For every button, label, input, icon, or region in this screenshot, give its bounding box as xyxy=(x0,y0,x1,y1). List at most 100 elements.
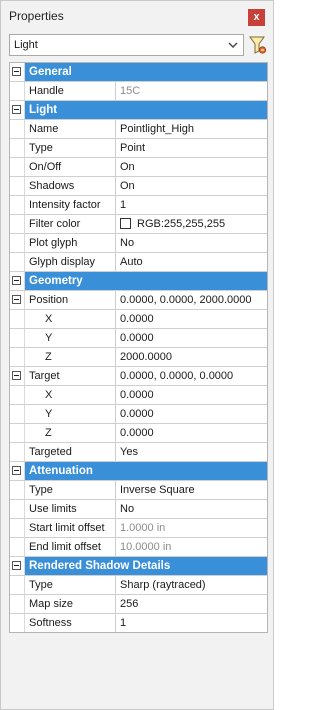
property-value[interactable]: On xyxy=(116,158,267,176)
property-row[interactable]: X 0.0000 xyxy=(10,310,267,329)
category-label: General xyxy=(25,63,267,81)
chevron-down-icon xyxy=(228,42,238,48)
property-name: Position xyxy=(25,291,116,309)
row-gutter xyxy=(10,310,25,328)
property-name: Plot glyph xyxy=(25,234,116,252)
property-name: Type xyxy=(25,481,116,499)
property-value-text: RGB:255,255,255 xyxy=(137,218,226,230)
collapse-minus-icon[interactable] xyxy=(12,371,21,380)
property-row[interactable]: Intensity factor 1 xyxy=(10,196,267,215)
panel-title: Properties xyxy=(9,9,64,23)
property-row[interactable]: Map size 256 xyxy=(10,595,267,614)
property-value[interactable]: Inverse Square xyxy=(116,481,267,499)
collapse-minus-icon[interactable] xyxy=(12,105,21,114)
close-button[interactable]: x xyxy=(248,9,265,26)
property-value[interactable]: No xyxy=(116,234,267,252)
property-row[interactable]: Shadows On xyxy=(10,177,267,196)
property-name: Intensity factor xyxy=(25,196,116,214)
category-row[interactable]: Geometry xyxy=(10,272,267,291)
category-row[interactable]: Light xyxy=(10,101,267,120)
property-row[interactable]: Z 0.0000 xyxy=(10,424,267,443)
property-value[interactable]: Auto xyxy=(116,253,267,271)
property-name: Glyph display xyxy=(25,253,116,271)
property-row[interactable]: Targeted Yes xyxy=(10,443,267,462)
property-name: End limit offset xyxy=(25,538,116,556)
property-value[interactable]: Yes xyxy=(116,443,267,461)
collapse-minus-icon[interactable] xyxy=(12,67,21,76)
property-row[interactable]: Position 0.0000, 0.0000, 2000.0000 xyxy=(10,291,267,310)
row-gutter xyxy=(10,63,25,81)
property-value: 10.0000 in xyxy=(116,538,267,556)
property-value-text: Yes xyxy=(120,446,138,458)
property-value[interactable]: 0.0000 xyxy=(116,386,267,404)
property-value[interactable]: 0.0000 xyxy=(116,405,267,423)
collapse-minus-icon[interactable] xyxy=(12,561,21,570)
collapse-minus-icon[interactable] xyxy=(12,295,21,304)
property-row[interactable]: Filter color RGB:255,255,255 xyxy=(10,215,267,234)
property-row[interactable]: End limit offset 10.0000 in xyxy=(10,538,267,557)
property-value[interactable]: Sharp (raytraced) xyxy=(116,576,267,594)
row-gutter xyxy=(10,386,25,404)
property-name: Softness xyxy=(25,614,116,632)
property-row[interactable]: Plot glyph No xyxy=(10,234,267,253)
row-gutter xyxy=(10,196,25,214)
property-row[interactable]: Use limits No xyxy=(10,500,267,519)
property-name: Targeted xyxy=(25,443,116,461)
property-row[interactable]: Y 0.0000 xyxy=(10,329,267,348)
collapse-minus-icon[interactable] xyxy=(12,276,21,285)
row-gutter xyxy=(10,443,25,461)
row-gutter xyxy=(10,158,25,176)
property-row[interactable]: Target 0.0000, 0.0000, 0.0000 xyxy=(10,367,267,386)
property-value[interactable]: Pointlight_High xyxy=(116,120,267,138)
property-row[interactable]: Glyph display Auto xyxy=(10,253,267,272)
property-value[interactable]: 0.0000, 0.0000, 0.0000 xyxy=(116,367,267,385)
property-value[interactable]: Point xyxy=(116,139,267,157)
property-name: Target xyxy=(25,367,116,385)
property-name: Y xyxy=(25,405,116,423)
property-value[interactable]: 1 xyxy=(116,614,267,632)
property-row[interactable]: X 0.0000 xyxy=(10,386,267,405)
property-value[interactable]: 256 xyxy=(116,595,267,613)
property-row[interactable]: Name Pointlight_High xyxy=(10,120,267,139)
row-gutter xyxy=(10,576,25,594)
property-name: Type xyxy=(25,576,116,594)
property-row[interactable]: Handle 15C xyxy=(10,82,267,101)
property-value[interactable]: No xyxy=(116,500,267,518)
object-type-value: Light xyxy=(14,39,38,51)
property-value[interactable]: 2000.0000 xyxy=(116,348,267,366)
panel-titlebar: Properties x xyxy=(1,1,273,31)
category-row[interactable]: Attenuation xyxy=(10,462,267,481)
object-type-select[interactable]: Light xyxy=(9,34,244,56)
property-row[interactable]: Softness 1 xyxy=(10,614,267,632)
property-row[interactable]: Type Sharp (raytraced) xyxy=(10,576,267,595)
category-row[interactable]: General xyxy=(10,63,267,82)
property-value[interactable]: RGB:255,255,255 xyxy=(116,215,267,233)
collapse-minus-icon[interactable] xyxy=(12,466,21,475)
property-value[interactable]: 0.0000 xyxy=(116,424,267,442)
property-name: Map size xyxy=(25,595,116,613)
property-row[interactable]: Z 2000.0000 xyxy=(10,348,267,367)
property-name: Filter color xyxy=(25,215,116,233)
property-name: On/Off xyxy=(25,158,116,176)
property-value: 15C xyxy=(116,82,267,100)
property-row[interactable]: On/Off On xyxy=(10,158,267,177)
row-gutter xyxy=(10,215,25,233)
property-name: Y xyxy=(25,329,116,347)
property-row[interactable]: Type Inverse Square xyxy=(10,481,267,500)
property-row[interactable]: Start limit offset 1.0000 in xyxy=(10,519,267,538)
property-row[interactable]: Type Point xyxy=(10,139,267,158)
property-value[interactable]: 0.0000, 0.0000, 2000.0000 xyxy=(116,291,267,309)
property-value[interactable]: 0.0000 xyxy=(116,329,267,347)
row-gutter xyxy=(10,329,25,347)
property-value-text: 0.0000 xyxy=(120,408,154,420)
category-row[interactable]: Rendered Shadow Details xyxy=(10,557,267,576)
property-value: 1.0000 in xyxy=(116,519,267,537)
property-row[interactable]: Y 0.0000 xyxy=(10,405,267,424)
quick-select-filter-icon[interactable] xyxy=(248,34,268,56)
property-value-text: Auto xyxy=(120,256,143,268)
property-value[interactable]: 0.0000 xyxy=(116,310,267,328)
property-value[interactable]: On xyxy=(116,177,267,195)
property-value-text: 2000.0000 xyxy=(120,351,172,363)
property-value-text: On xyxy=(120,161,135,173)
property-value[interactable]: 1 xyxy=(116,196,267,214)
